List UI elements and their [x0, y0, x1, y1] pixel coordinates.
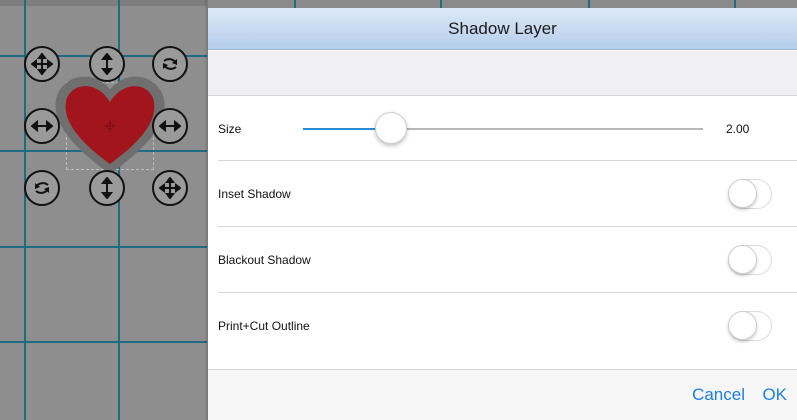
size-row: Size 2.00 [208, 96, 797, 162]
blackout-shadow-toggle[interactable] [728, 245, 772, 275]
toggle-knob [728, 245, 757, 274]
size-value: 2.00 [726, 122, 750, 136]
resize-horizontal-icon[interactable] [24, 108, 60, 144]
inset-shadow-row: Inset Shadow [208, 161, 797, 227]
inset-shadow-label: Inset Shadow [218, 187, 291, 201]
dialog-subheader [208, 51, 797, 96]
print-cut-outline-row: Print+Cut Outline [208, 293, 797, 359]
blackout-shadow-row: Blackout Shadow [208, 227, 797, 293]
rotate-icon[interactable] [152, 46, 188, 82]
cancel-button[interactable]: Cancel [692, 385, 745, 405]
size-slider[interactable] [303, 112, 703, 144]
size-label: Size [218, 122, 242, 136]
rotate-icon[interactable] [24, 170, 60, 206]
resize-vertical-icon[interactable] [89, 170, 125, 206]
resize-vertical-icon[interactable] [89, 46, 125, 82]
resize-horizontal-icon[interactable] [152, 108, 188, 144]
dialog-footer: Cancel OK [208, 369, 797, 420]
print-cut-outline-label: Print+Cut Outline [218, 319, 310, 333]
print-cut-outline-toggle[interactable] [728, 311, 772, 341]
grid-line [0, 246, 207, 248]
move-icon[interactable] [152, 170, 188, 206]
toggle-knob [728, 311, 757, 340]
ok-button[interactable]: OK [762, 385, 787, 405]
inset-shadow-toggle[interactable] [728, 179, 772, 209]
move-icon[interactable] [24, 46, 60, 82]
size-slider-thumb[interactable] [375, 112, 407, 144]
shadow-layer-dialog: Shadow Layer Size 2.00 Inset Shadow Blac… [208, 0, 797, 420]
design-canvas[interactable] [0, 0, 207, 420]
dialog-title-bar: Shadow Layer [208, 8, 797, 50]
toggle-knob [728, 179, 757, 208]
heart-shape[interactable] [55, 72, 165, 172]
dialog-title: Shadow Layer [448, 18, 557, 38]
blackout-shadow-label: Blackout Shadow [218, 253, 311, 267]
canvas-top-edge [0, 0, 207, 6]
grid-line [0, 341, 207, 343]
